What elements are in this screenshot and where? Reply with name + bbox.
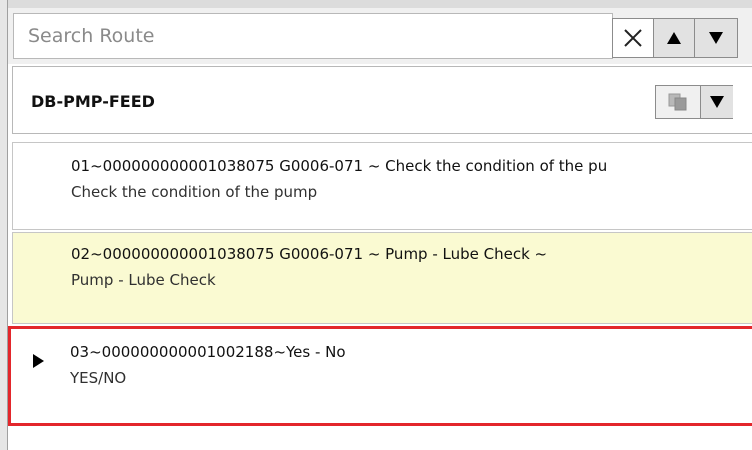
close-icon xyxy=(624,29,642,47)
next-result-button[interactable] xyxy=(694,18,738,58)
step-item-current[interactable]: 03~000000000001002188~Yes - No YES/NO xyxy=(8,326,752,426)
step-list: 01~000000000001038075 G0006-071 ~ Check … xyxy=(8,136,752,450)
arrow-up-icon xyxy=(667,32,681,44)
previous-result-button[interactable] xyxy=(653,18,695,58)
search-input[interactable] xyxy=(13,13,613,59)
step-title: 01~000000000001038075 G0006-071 ~ Check … xyxy=(71,157,608,175)
step-subtitle: Check the condition of the pump xyxy=(71,183,318,201)
left-frame xyxy=(0,0,8,450)
route-panel: DB-PMP-FEED 01~000000000001038075 G0006-… xyxy=(0,0,752,450)
step-item[interactable]: 02~000000000001038075 G0006-071 ~ Pump -… xyxy=(12,232,752,324)
route-name: DB-PMP-FEED xyxy=(31,92,155,111)
top-frame xyxy=(0,0,752,8)
arrow-down-icon xyxy=(709,32,723,44)
step-item[interactable]: 01~000000000001038075 G0006-071 ~ Check … xyxy=(12,142,752,230)
step-title: 03~000000000001002188~Yes - No xyxy=(70,343,346,361)
route-menu-dropdown-button[interactable] xyxy=(700,86,733,118)
step-subtitle: Pump - Lube Check xyxy=(71,271,216,289)
route-options-menu[interactable] xyxy=(655,85,733,119)
copy-icon xyxy=(668,93,687,111)
current-step-marker-icon xyxy=(33,354,44,368)
route-header: DB-PMP-FEED xyxy=(12,66,752,134)
copy-button[interactable] xyxy=(656,86,700,118)
step-title: 02~000000000001038075 G0006-071 ~ Pump -… xyxy=(71,245,548,263)
dropdown-arrow-icon xyxy=(710,96,724,108)
clear-search-button[interactable] xyxy=(612,18,654,58)
step-subtitle: YES/NO xyxy=(70,369,127,387)
search-bar xyxy=(8,8,752,64)
